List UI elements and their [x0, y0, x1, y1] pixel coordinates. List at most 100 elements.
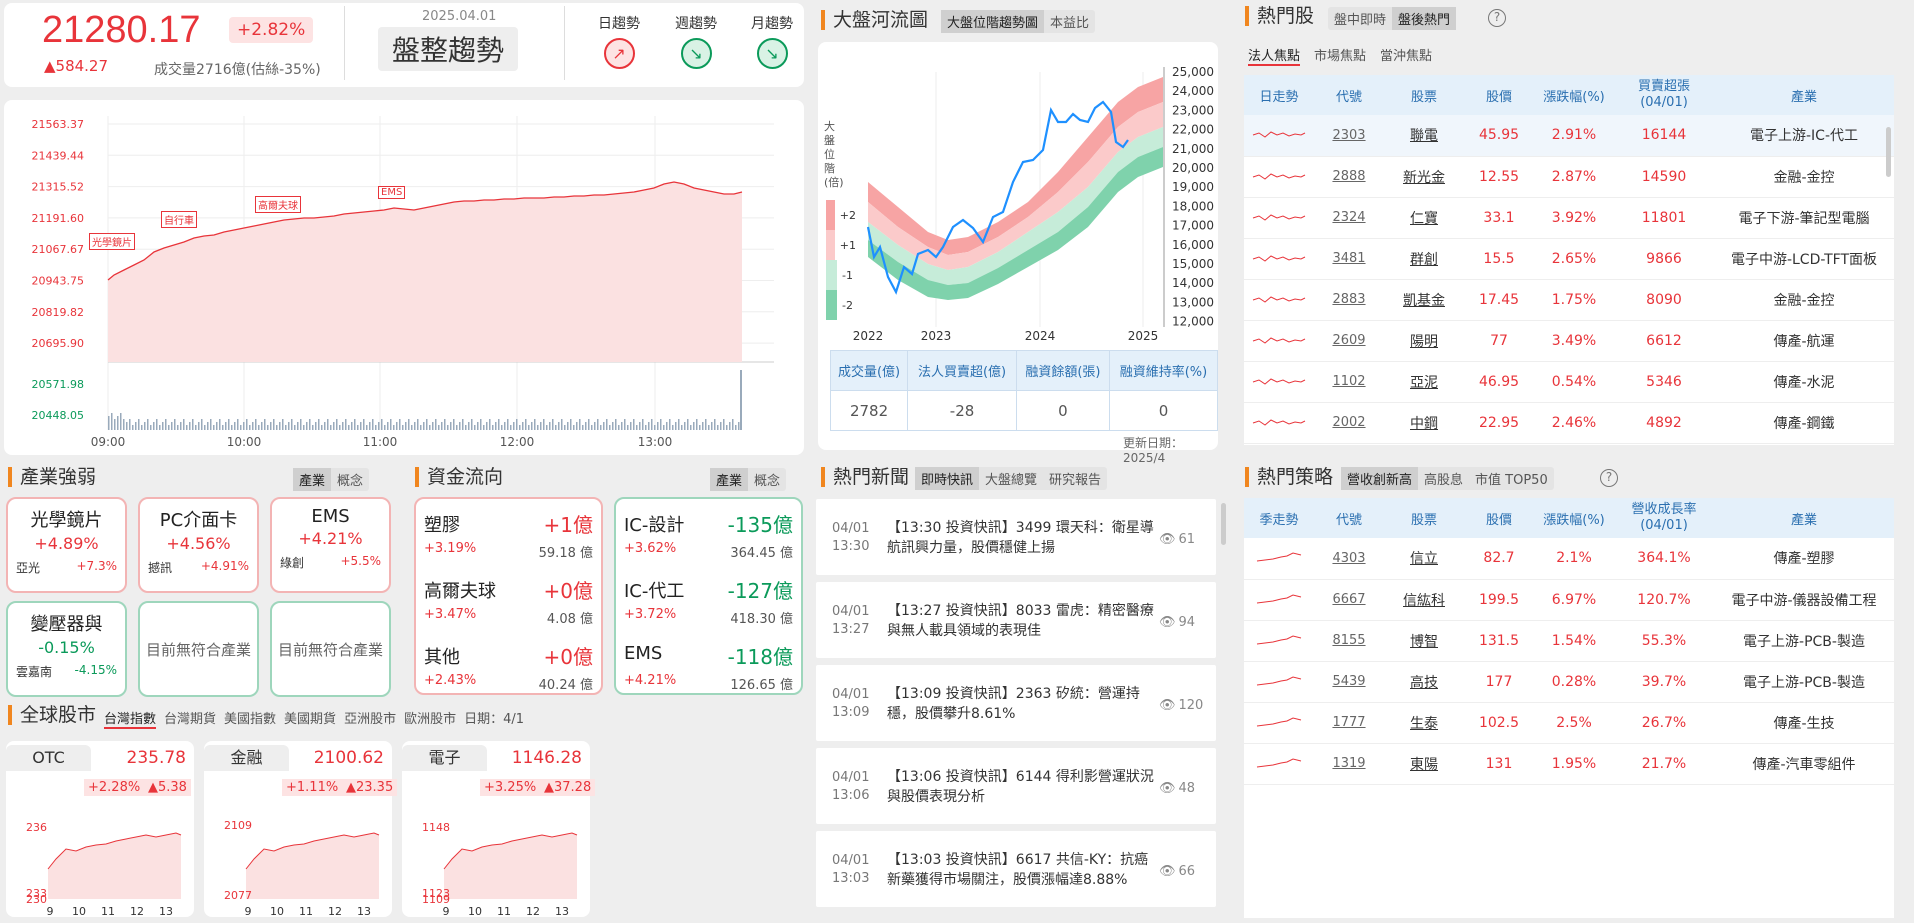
- stock-name[interactable]: 博智: [1384, 620, 1464, 662]
- stock-name[interactable]: 高技: [1384, 661, 1464, 703]
- stock-code[interactable]: 1777: [1314, 702, 1384, 744]
- tab-tw-futures[interactable]: 台灣期貨: [164, 708, 216, 729]
- subtab-daytrade[interactable]: 當沖焦點: [1380, 45, 1432, 66]
- tab-industry[interactable]: 產業: [293, 468, 332, 491]
- tab-river-pe[interactable]: 本益比: [1044, 10, 1095, 33]
- stock-code[interactable]: 2002: [1314, 402, 1384, 444]
- tab-us-futures[interactable]: 美國期貨: [284, 708, 336, 729]
- fund-item[interactable]: EMS -118億 +4.21% 126.65 億: [624, 641, 793, 701]
- fund-item[interactable]: 其他 +0億 +2.43% 40.24 億: [424, 641, 593, 701]
- scrollbar[interactable]: [1886, 127, 1891, 177]
- stock-code[interactable]: 2303: [1314, 115, 1384, 157]
- subtab-market[interactable]: 市場焦點: [1314, 45, 1366, 66]
- table-row[interactable]: 1777 生泰 102.5 2.5% 26.7% 傳產-生技: [1244, 702, 1894, 744]
- tab-concept[interactable]: 概念: [331, 468, 369, 491]
- volume-bar: [288, 422, 290, 430]
- table-row[interactable]: 6667 信紘科 199.5 6.97% 120.7% 電子中游-儀器設備工程: [1244, 579, 1894, 621]
- tab-research[interactable]: 研究報告: [1043, 467, 1107, 490]
- news-item[interactable]: 04/01 13:27 【13:27 投資快訊】8033 雷虎：精密醫療與無人載具領…: [816, 582, 1216, 658]
- market-card[interactable]: 電子 1146.28 +3.25% ▲37.28 1148 1123 1109 9 10 11 12…: [402, 741, 596, 918]
- stock-name[interactable]: 亞泥: [1384, 361, 1464, 403]
- tab-industry[interactable]: 產業: [710, 468, 749, 491]
- news-headline[interactable]: 【13:27 投資快訊】8033 雷虎：精密醫療與無人載具領域的表現佳: [887, 601, 1157, 641]
- fund-item[interactable]: 塑膠 +1億 +3.19% 59.18 億: [424, 509, 593, 569]
- stock-code[interactable]: 2888: [1314, 156, 1384, 198]
- tab-tw-index[interactable]: 台灣指數: [104, 708, 157, 729]
- help-icon[interactable]: ?: [1600, 469, 1618, 487]
- table-row[interactable]: 2609 陽明 77 3.49% 6612 傳產-航運: [1244, 320, 1894, 362]
- news-item[interactable]: 04/01 13:06 【13:06 投資快訊】6144 得利影營運狀況與股價表現分…: [816, 748, 1216, 824]
- table-row[interactable]: 1319 東陽 131 1.95% 21.7% 傳產-汽車零組件: [1244, 743, 1894, 785]
- table-row[interactable]: 2883 凱基金 17.45 1.75% 8090 金融-金控: [1244, 279, 1894, 321]
- tab-flash[interactable]: 即時快訊: [915, 467, 980, 490]
- tab-river-position[interactable]: 大盤位階趨勢圖: [941, 10, 1045, 33]
- table-row[interactable]: 1102 亞泥 46.95 0.54% 5346 傳產-水泥: [1244, 361, 1894, 403]
- stock-name[interactable]: 聯電: [1384, 115, 1464, 157]
- fund-item[interactable]: IC-代工 -127億 +3.72% 418.30 億: [624, 575, 793, 635]
- tab-top50[interactable]: 市值 TOP50: [1469, 467, 1554, 490]
- stock-name[interactable]: 東陽: [1384, 743, 1464, 785]
- stock-code[interactable]: 2609: [1314, 320, 1384, 362]
- tab-europe[interactable]: 歐洲股市: [404, 708, 456, 729]
- tab-us-index[interactable]: 美國指數: [224, 708, 276, 729]
- table-row[interactable]: 2002 中鋼 22.95 2.46% 4892 傳產-鋼鐵: [1244, 402, 1894, 444]
- subtab-institutional[interactable]: 法人焦點: [1248, 45, 1301, 66]
- trend-day[interactable]: 日趨勢 ↗: [589, 13, 649, 69]
- table-row[interactable]: 2324 仁寶 33.1 3.92% 11801 電子下游-筆記型電腦: [1244, 197, 1894, 239]
- stock-name[interactable]: 仁寶: [1384, 197, 1464, 239]
- help-icon[interactable]: ?: [1488, 9, 1506, 27]
- stock-code[interactable]: 2883: [1314, 279, 1384, 321]
- stock-code[interactable]: 8155: [1314, 620, 1384, 662]
- news-headline[interactable]: 【13:06 投資快訊】6144 得利影營運狀況與股價表現分析: [887, 767, 1157, 807]
- tab-revenue-high[interactable]: 營收創新高: [1341, 467, 1419, 490]
- news-scrollbar[interactable]: [1221, 503, 1226, 545]
- stock-code[interactable]: 6667: [1314, 579, 1384, 621]
- stock-code[interactable]: 1319: [1314, 743, 1384, 785]
- fund-item[interactable]: 高爾夫球 +0億 +3.47% 4.08 億: [424, 575, 593, 635]
- tab-after-hours[interactable]: 盤後熱門: [1392, 7, 1457, 30]
- sector-box[interactable]: 目前無符合產業: [138, 601, 259, 697]
- col-header-sort[interactable]: 買賣超張 (04/01): [1614, 75, 1714, 115]
- table-row[interactable]: 2303 聯電 45.95 2.91% 16144 電子上游-IC-代工: [1244, 115, 1894, 157]
- news-headline[interactable]: 【13:09 投資快訊】2363 矽統：營運持穩，股價攀升8.61%: [887, 684, 1157, 724]
- table-row[interactable]: 4303 信立 82.7 2.1% 364.1% 傳產-塑膠: [1244, 538, 1894, 580]
- tab-concept[interactable]: 概念: [748, 468, 786, 491]
- stock-name[interactable]: 凱基金: [1384, 279, 1464, 321]
- stock-name[interactable]: 群創: [1384, 238, 1464, 280]
- news-item[interactable]: 04/01 13:09 【13:09 投資快訊】2363 矽統：營運持穩，股價攀升8…: [816, 665, 1216, 741]
- table-row[interactable]: 8155 博智 131.5 1.54% 55.3% 電子上游-PCB-製造: [1244, 620, 1894, 662]
- tab-overview[interactable]: 大盤總覽: [979, 467, 1043, 490]
- col-header-sort[interactable]: 營收成長率 (04/01): [1614, 498, 1714, 538]
- table-row[interactable]: 2888 新光金 12.55 2.87% 14590 金融-金控: [1244, 156, 1894, 198]
- trend-week[interactable]: 週趨勢 ↘: [666, 13, 726, 69]
- market-card[interactable]: OTC 235.78 +2.28% ▲5.38 236 233 230 9 10 11 12 13: [6, 741, 194, 918]
- stock-name[interactable]: 信立: [1384, 538, 1464, 580]
- stock-name[interactable]: 中鋼: [1384, 402, 1464, 444]
- stock-name[interactable]: 信紘科: [1384, 579, 1464, 621]
- stock-code[interactable]: 4303: [1314, 538, 1384, 580]
- sector-box[interactable]: EMS +4.21% 綠創 +5.5%: [270, 497, 391, 593]
- news-item[interactable]: 04/01 13:03 【13:03 投資快訊】6617 共信-KY：抗癌新藥獲得市…: [816, 831, 1216, 907]
- tab-high-dividend[interactable]: 高股息: [1418, 467, 1469, 490]
- stock-code[interactable]: 5439: [1314, 661, 1384, 703]
- stock-name[interactable]: 新光金: [1384, 156, 1464, 198]
- sector-box[interactable]: 光學鏡片 +4.89% 亞光 +7.3%: [6, 497, 127, 593]
- stock-name[interactable]: 陽明: [1384, 320, 1464, 362]
- stock-code[interactable]: 2324: [1314, 197, 1384, 239]
- market-card[interactable]: 金融 2100.62 +1.11% ▲23.35 2109 2077 9 10 11 12 13: [204, 741, 398, 918]
- news-item[interactable]: 04/01 13:30 【13:30 投資快訊】3499 環天科：衛星導航訊興力量，…: [816, 499, 1216, 575]
- news-headline[interactable]: 【13:30 投資快訊】3499 環天科：衛星導航訊興力量，股價穩健上揚: [887, 518, 1157, 558]
- stock-code[interactable]: 1102: [1314, 361, 1384, 403]
- table-row[interactable]: 5439 高技 177 0.28% 39.7% 電子上游-PCB-製造: [1244, 661, 1894, 703]
- sector-box[interactable]: 變壓器與 -0.15% 雲嘉南 -4.15%: [6, 601, 127, 697]
- news-headline[interactable]: 【13:03 投資快訊】6617 共信-KY：抗癌新藥獲得市場關注，股價漲幅達8…: [887, 850, 1157, 890]
- tab-intraday[interactable]: 盤中即時: [1328, 7, 1392, 30]
- tab-asia[interactable]: 亞洲股市: [344, 708, 396, 729]
- fund-item[interactable]: IC-設計 -135億 +3.62% 364.45 億: [624, 509, 793, 569]
- stock-name[interactable]: 生泰: [1384, 702, 1464, 744]
- trend-month[interactable]: 月趨勢 ↘: [742, 13, 802, 69]
- stock-code[interactable]: 3481: [1314, 238, 1384, 280]
- sector-box[interactable]: PC介面卡 +4.56% 撼訊 +4.91%: [138, 497, 259, 593]
- table-row[interactable]: 3481 群創 15.5 2.65% 9866 電子中游-LCD-TFT面板: [1244, 238, 1894, 280]
- sector-box[interactable]: 目前無符合產業: [270, 601, 391, 697]
